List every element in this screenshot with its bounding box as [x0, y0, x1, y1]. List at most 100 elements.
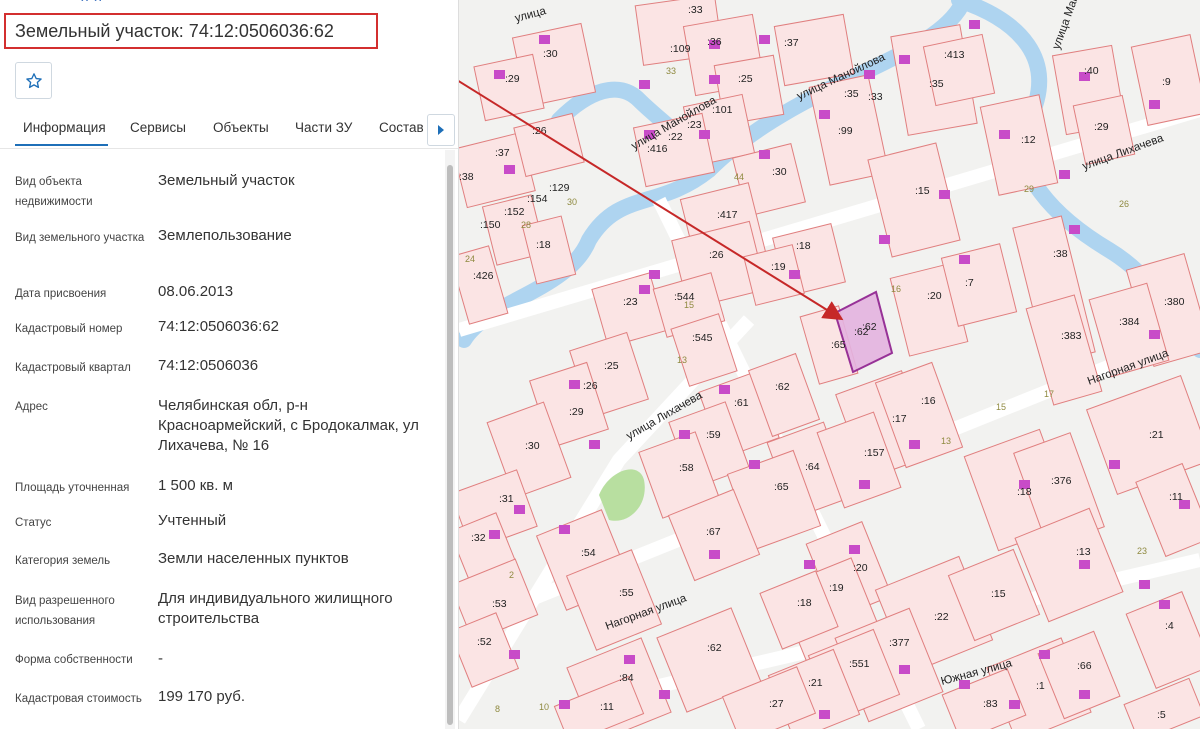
- parcel-number-label: :67: [706, 526, 721, 538]
- building: [539, 35, 550, 44]
- cadastral-map[interactable]: :33:109:36:37:30:29:25:35:413:35:40:9:10…: [459, 0, 1200, 729]
- building: [559, 700, 570, 709]
- parcel-number-label: :29: [569, 406, 584, 418]
- parcel-number-label: :380: [1164, 296, 1185, 308]
- building: [624, 655, 635, 664]
- page-title: Земельный участок: 74:12:0506036:62: [4, 13, 378, 49]
- parcel-number-label: :21: [1149, 429, 1164, 441]
- building: [639, 80, 650, 89]
- parcel-number-label: :18: [536, 239, 551, 251]
- building: [509, 650, 520, 659]
- building: [649, 270, 660, 279]
- building-number-label: 17: [1044, 389, 1054, 399]
- building: [659, 690, 670, 699]
- value-land-category: Земли населенных пунктов: [158, 550, 349, 567]
- parcel-number-label: :26: [532, 125, 547, 137]
- land-parcel[interactable]: [922, 33, 996, 107]
- building-number-label: 24: [465, 254, 475, 264]
- parcel-number-label: :62: [775, 381, 790, 393]
- parcel-number-label: :18: [797, 597, 812, 609]
- parcel-number-label: :23: [623, 296, 638, 308]
- parcel-number-label: :377: [889, 637, 910, 649]
- label-cadastral-quarter: Кадастровый квартал: [15, 362, 131, 374]
- building: [589, 440, 600, 449]
- label-land-type: Вид земельного участка: [15, 232, 145, 244]
- parcel-number-label: :19: [771, 261, 786, 273]
- label-ownership: Форма собственности: [15, 654, 133, 666]
- tab-parts[interactable]: Части ЗУ: [295, 112, 352, 146]
- parcel-number-label: :25: [604, 360, 619, 372]
- building-number-label: 2: [509, 570, 514, 580]
- label-object-type: Вид объекта недвижимости: [15, 176, 93, 208]
- building: [849, 545, 860, 554]
- building: [559, 525, 570, 534]
- building: [759, 35, 770, 44]
- building: [859, 480, 870, 489]
- building: [1139, 580, 1150, 589]
- top-link-partial[interactable]: ‥ ‥: [80, 0, 103, 5]
- building: [709, 550, 720, 559]
- value-status: Учтенный: [158, 512, 227, 529]
- parcel-number-label: :383: [1061, 330, 1082, 342]
- building: [804, 560, 815, 569]
- info-panel: ‥ ‥ Земельный участок: 74:12:0506036:62 …: [0, 0, 459, 729]
- building: [569, 380, 580, 389]
- building: [759, 150, 770, 159]
- parcel-number-label: :52: [477, 636, 492, 648]
- parcel-number-label: :58: [679, 462, 694, 474]
- value-cadastral-number: 74:12:0506036:62: [158, 318, 279, 335]
- value-address: Челябинская обл, р-н Красноармейский, с …: [158, 397, 419, 454]
- label-permitted-use: Вид разрешенного использования: [15, 595, 115, 627]
- parcel-number-label: :109: [670, 43, 691, 55]
- label-land-category: Категория земель: [15, 555, 111, 567]
- parcel-number-label: :416: [647, 143, 668, 155]
- building-number-label: 44: [734, 172, 744, 182]
- building: [939, 190, 950, 199]
- parcel-number-label: :26: [709, 249, 724, 261]
- parcel-number-label: :66: [1077, 660, 1092, 672]
- building: [899, 665, 910, 674]
- parcel-number-label: :30: [772, 166, 787, 178]
- tab-bar: Информация Сервисы Объекты Части ЗУ Сост…: [0, 112, 458, 149]
- panel-scrollbar-thumb[interactable]: [447, 165, 453, 725]
- parcel-number-label: :35: [844, 88, 859, 100]
- tab-objects[interactable]: Объекты: [213, 112, 269, 146]
- parcel-number-label: :53: [492, 598, 507, 610]
- land-parcel[interactable]: [473, 53, 545, 122]
- tab-services[interactable]: Сервисы: [130, 112, 186, 146]
- building: [1109, 460, 1120, 469]
- parcel-number-label: :54: [581, 547, 596, 559]
- tab-information[interactable]: Информация: [15, 112, 108, 146]
- parcel-number-label: :376: [1051, 475, 1072, 487]
- tab-composition[interactable]: Состав: [379, 112, 423, 146]
- parcel-number-label: :33: [868, 91, 883, 103]
- chevron-right-icon: [438, 125, 444, 135]
- parcel-number-label: :545: [692, 332, 713, 344]
- favorite-button[interactable]: [15, 62, 52, 99]
- parcel-number-label: :12: [1021, 134, 1036, 146]
- building-number-label: 33: [666, 66, 676, 76]
- parcel-number-label: :13: [1076, 546, 1091, 558]
- parcel-number-label: :26: [583, 380, 598, 392]
- building-number-label: 15: [684, 300, 694, 310]
- building: [1159, 600, 1170, 609]
- value-ownership: -: [158, 650, 163, 667]
- building-number-label: 13: [677, 355, 687, 365]
- parcel-number-label: :99: [838, 125, 853, 137]
- parcel-number-label: :22: [668, 131, 683, 143]
- building: [819, 710, 830, 719]
- parcel-number-label: :84: [619, 672, 634, 684]
- building: [899, 55, 910, 64]
- building-number-label: 23: [1137, 546, 1147, 556]
- parcel-number-label: :129: [549, 182, 570, 194]
- value-cadastral-quarter: 74:12:0506036: [158, 357, 259, 374]
- parcel-number-label: :21: [808, 677, 823, 689]
- parcel-number-label: :157: [864, 447, 885, 459]
- parcel-number-label: :19: [829, 582, 844, 594]
- label-cadastral-value: Кадастровая стоимость: [15, 693, 142, 705]
- building: [909, 440, 920, 449]
- building-number-label: 16: [891, 284, 901, 294]
- tabs-scroll-right-button[interactable]: [427, 114, 455, 146]
- parcel-number-label: :7: [965, 277, 974, 289]
- building-number-label: 15: [996, 402, 1006, 412]
